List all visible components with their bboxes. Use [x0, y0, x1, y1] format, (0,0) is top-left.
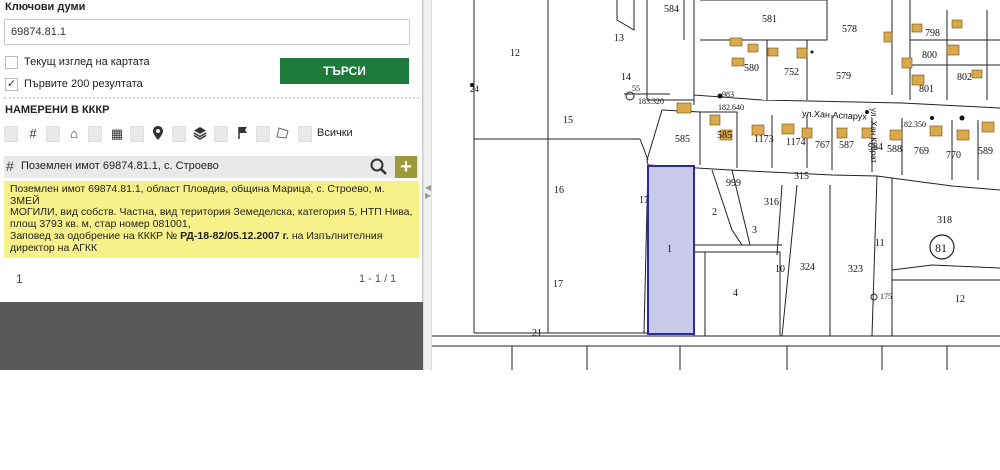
parcel-label: 2 [712, 207, 717, 218]
filter-toggle[interactable] [130, 126, 144, 142]
filter-toggle[interactable] [46, 126, 60, 142]
filter-toggle[interactable] [88, 126, 102, 142]
parcel-label: 581 [762, 14, 777, 25]
parcel-label: 800 [922, 50, 937, 61]
filter-toggle[interactable] [298, 126, 312, 142]
point-label: 983 [722, 90, 734, 99]
current-view-checkbox[interactable] [5, 56, 18, 69]
point-label: 55 [632, 84, 640, 93]
result-order-line2: директор на АГКК [10, 241, 98, 254]
parcel-label: 15 [563, 115, 573, 126]
parcel-label: 767 [815, 140, 830, 151]
result-header[interactable]: # Поземлен имот 69874.81.1, с. Строево + [4, 156, 419, 178]
collapse-arrow-icon[interactable]: ◀ ▶ [425, 184, 431, 200]
parcel-label: 585 [675, 134, 690, 145]
elevation-label: 182.350 [900, 120, 926, 129]
street-label: ул. Хан Кубрат [869, 108, 878, 164]
parcel-label: 769 [914, 146, 929, 157]
elevation-label: 175 [880, 292, 892, 301]
filter-toggle[interactable] [4, 126, 18, 142]
parcel-label: 12 [955, 294, 965, 305]
parcel-label: 588 [887, 144, 902, 155]
parcel-label: 13 [614, 33, 624, 44]
parcel-label: 1173 [754, 134, 774, 145]
parcel-label: 24 [470, 84, 479, 94]
parcel-label: 802 [957, 72, 972, 83]
parcel-label: 580 [744, 63, 759, 74]
parcel-label: 315 [794, 171, 809, 182]
parcel-label: 323 [848, 264, 863, 275]
search-input[interactable] [4, 19, 410, 45]
filter-all-label[interactable]: Всички [317, 127, 353, 139]
parcel-label: 12 [510, 48, 520, 59]
parcel-label: 752 [784, 67, 799, 78]
layers-icon[interactable] [193, 126, 207, 142]
add-result-button[interactable]: + [395, 156, 417, 178]
found-in-label: НАМЕРЕНИ В КККР [5, 104, 110, 116]
result-desc-line: Поземлен имот 69874.81.1, област Пловдив… [10, 183, 385, 207]
first-200-label: Първите 200 резултата [24, 78, 143, 90]
result-description: Поземлен имот 69874.81.1, област Пловдив… [4, 181, 419, 258]
order-number: РД-18-82/05.12.2007 г. [180, 229, 289, 242]
parcel-label: 798 [925, 28, 940, 39]
hash-icon[interactable]: # [26, 126, 40, 142]
hash-icon: # [6, 158, 14, 174]
parcel-label: 579 [836, 71, 851, 82]
parcel-label: 587 [839, 140, 854, 151]
parcel-label: 4 [733, 288, 738, 299]
elevation-label: 182.640 [718, 103, 744, 112]
parcel-label: 584 [664, 4, 679, 15]
polygon-icon[interactable] [276, 126, 290, 142]
parcel-label: 324 [800, 262, 815, 273]
app-root: Ключови думи Текущ изглед на картата ✓ П… [0, 0, 1000, 370]
search-button[interactable]: ТЪРСИ [280, 58, 409, 84]
first-200-checkbox[interactable]: ✓ [5, 78, 18, 91]
zoom-to-result-button[interactable] [368, 156, 390, 178]
parcel-label: 318 [937, 215, 952, 226]
parcel-label: 17 [639, 195, 649, 206]
parcel-label: 316 [764, 197, 779, 208]
parcel-label: 770 [946, 150, 961, 161]
panel-splitter[interactable]: ◀ ▶ [423, 0, 432, 370]
parcel-label: 3 [752, 225, 757, 236]
parcel-label: 1 [667, 244, 672, 255]
current-view-label: Текущ изглед на картата [24, 56, 150, 68]
parcel-label: 585 [717, 130, 732, 141]
filter-toggle[interactable] [214, 126, 228, 142]
location-pin-icon[interactable] [151, 126, 165, 142]
home-icon[interactable]: ⌂ [67, 126, 81, 142]
parcel-label: 11 [875, 238, 885, 249]
parcel-label: 21 [532, 328, 542, 339]
search-panel: Ключови думи Текущ изглед на картата ✓ П… [0, 0, 423, 370]
panel-footer [0, 302, 423, 370]
block-number-label: 81 [935, 241, 947, 255]
parcel-label: 10 [775, 264, 785, 275]
parcel-label: 578 [842, 24, 857, 35]
divider [4, 97, 419, 99]
parcel-label: 589 [978, 146, 993, 157]
building-icon[interactable]: ▦ [110, 126, 124, 142]
parcel-label: 16 [554, 185, 564, 196]
parcel-label: 999 [726, 178, 741, 189]
pager-range: 1 - 1 / 1 [359, 273, 397, 285]
order-suffix: на Изпълнителния [288, 229, 383, 242]
flag-icon[interactable] [236, 126, 250, 142]
result-title[interactable]: Поземлен имот 69874.81.1, с. Строево [21, 160, 219, 172]
cadastral-map[interactable]: 584 581 578 798 13 12 580 752 579 800 80… [432, 0, 1000, 370]
result-order-line: Заповед за одобрение на КККР № РД-18-82/… [10, 229, 413, 243]
filter-toggle[interactable] [172, 126, 186, 142]
parcel-label: 801 [919, 84, 934, 95]
keywords-label: Ключови думи [5, 1, 86, 13]
order-prefix: Заповед за одобрение на КККР № [10, 229, 178, 242]
filter-toggle[interactable] [256, 126, 270, 142]
parcel-label: 14 [621, 72, 631, 83]
parcel-label: 17 [553, 279, 563, 290]
parcel-label: 1174 [786, 137, 806, 148]
pager-page-link[interactable]: 1 [16, 272, 23, 286]
elevation-label: 183.320 [638, 97, 664, 106]
